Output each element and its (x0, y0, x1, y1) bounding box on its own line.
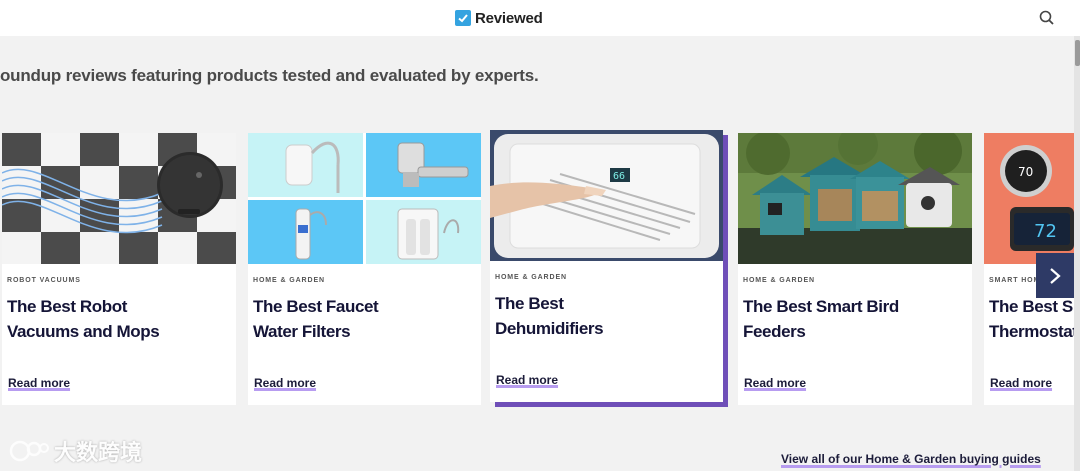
card-robot-vacuums[interactable]: ROBOT VACUUMS The Best Robot Vacuums and… (2, 133, 236, 405)
read-more-link[interactable]: Read more (744, 376, 806, 390)
page-scrollbar[interactable] (1074, 36, 1080, 471)
read-more-link[interactable]: Read more (990, 376, 1052, 390)
read-more-link[interactable]: Read more (496, 373, 558, 387)
card-title[interactable]: The Best Smart Bird Feeders (743, 294, 899, 344)
section-subtitle: oundup reviews featuring products tested… (0, 66, 539, 85)
humidity-readout: 66 (613, 171, 625, 182)
dehumidifier-image: 66 (490, 130, 723, 261)
card-smart-bird-feeders[interactable]: HOME & GARDEN The Best Smart Bird Feeder… (738, 133, 972, 405)
thermostat-reading: 70 (1018, 165, 1033, 179)
bird-feeders-image (738, 133, 972, 264)
card-category: HOME & GARDEN (253, 277, 325, 284)
card-dehumidifiers[interactable]: 66 HOME & GARDEN The Best Dehumidifiers … (490, 130, 723, 402)
read-more-link[interactable]: Read more (254, 376, 316, 390)
thermostat-display: 72 (1034, 221, 1057, 242)
top-bar: Reviewed (0, 0, 1080, 36)
water-filters-image (248, 133, 481, 264)
watermark-logo-icon (9, 440, 49, 462)
search-icon[interactable] (1038, 9, 1056, 27)
read-more-link[interactable]: Read more (8, 376, 70, 390)
scrollbar-thumb[interactable] (1075, 40, 1080, 66)
watermark: 大数跨境 (8, 435, 142, 467)
view-all-guides-link[interactable]: View all of our Home & Garden buying gui… (781, 452, 1041, 466)
card-faucet-water-filters[interactable]: HOME & GARDEN The Best Faucet Water Filt… (248, 133, 481, 405)
logo-text: Reviewed (475, 9, 543, 27)
card-title[interactable]: The Best Faucet Water Filters (253, 294, 379, 344)
site-logo[interactable]: Reviewed (455, 8, 543, 28)
card-category: HOME & GARDEN (743, 277, 815, 284)
card-title[interactable]: The Best Sm Thermostats (989, 294, 1074, 344)
card-title[interactable]: The Best Robot Vacuums and Mops (7, 294, 160, 344)
watermark-text: 大数跨境 (54, 441, 143, 466)
card-title[interactable]: The Best Dehumidifiers (495, 291, 604, 341)
card-category: ROBOT VACUUMS (7, 277, 81, 284)
thermostat-image: 70 72 (984, 133, 1074, 264)
chevron-right-icon (1050, 267, 1061, 284)
card-category: HOME & GARDEN (495, 274, 567, 281)
carousel-next-button[interactable] (1036, 253, 1074, 298)
robot-vacuum-image (2, 133, 236, 264)
checkmark-icon (455, 10, 471, 26)
